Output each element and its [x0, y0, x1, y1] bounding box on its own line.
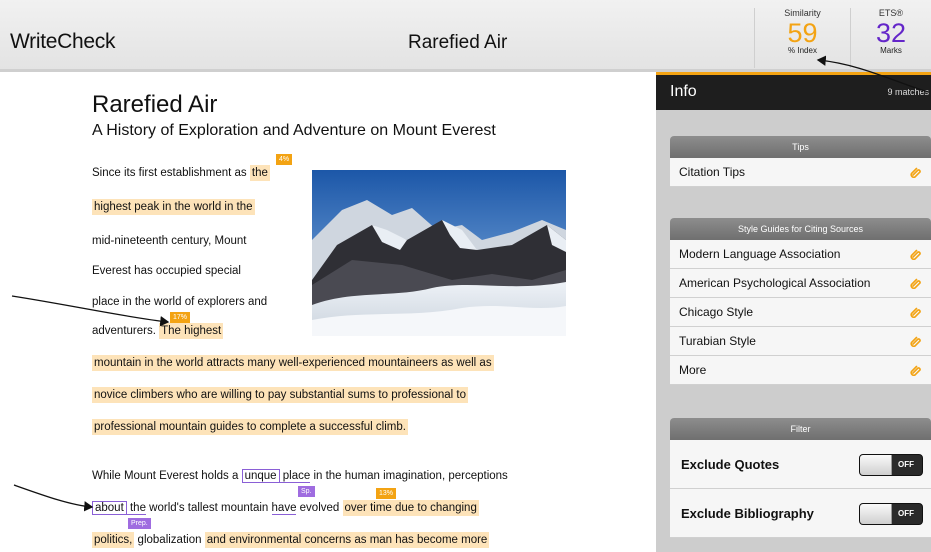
document-area: Rarefied Air A History of Exploration an…	[0, 75, 656, 552]
text-line: While Mount Everest holds a unque place …	[92, 468, 508, 484]
match-count[interactable]: 9 matches	[887, 87, 929, 97]
filter-exclude-quotes: Exclude Quotes OFF	[670, 440, 931, 489]
match-highlight[interactable]: The highest	[159, 323, 224, 339]
exclude-quotes-toggle[interactable]: OFF	[859, 454, 923, 476]
style-guide-label: American Psychological Association	[679, 276, 871, 290]
style-guide-label: Turabian Style	[679, 334, 756, 348]
top-bar: WriteCheck Rarefied Air Similarity 59 % …	[0, 0, 931, 72]
match-highlight[interactable]: politics,	[92, 532, 135, 548]
similarity-metric[interactable]: Similarity 59 % Index	[754, 8, 850, 68]
match-highlight[interactable]: professional mountain guides to complete…	[92, 419, 408, 435]
match-tag[interactable]: 4%	[276, 154, 293, 165]
text-line: mid-nineteenth century, Mount	[92, 235, 247, 247]
ets-sub: Marks	[880, 46, 902, 55]
style-guide-turabian[interactable]: Turabian Style	[670, 327, 931, 356]
toggle-state: OFF	[898, 460, 914, 469]
match-highlight[interactable]: the	[249, 165, 270, 181]
spelling-tag[interactable]: Sp.	[298, 486, 315, 497]
match-highlight[interactable]: mountain in the world attracts many well…	[92, 355, 494, 371]
similarity-sub: % Index	[788, 46, 817, 55]
info-panel: Info 9 matches Tips Citation Tips Style …	[656, 72, 931, 552]
grammar-underline[interactable]: have	[271, 502, 297, 515]
match-highlight[interactable]: over time due to changing	[342, 500, 479, 516]
toggle-state: OFF	[898, 509, 914, 518]
style-guides-section: Style Guides for Citing Sources Modern L…	[670, 218, 931, 385]
filter-label: Exclude Bibliography	[681, 506, 814, 521]
text-span: While Mount Everest holds a	[92, 470, 242, 482]
similarity-value: 59	[787, 18, 818, 48]
toggle-knob	[860, 455, 892, 475]
paperclip-icon	[910, 249, 921, 260]
filter-label: Exclude Quotes	[681, 457, 780, 472]
text-span: adventurers.	[92, 325, 160, 337]
filter-exclude-bibliography: Exclude Bibliography OFF	[670, 489, 931, 538]
ets-label: ETS®	[878, 8, 904, 18]
style-guide-mla[interactable]: Modern Language Association	[670, 240, 931, 269]
match-tag[interactable]: 17%	[170, 312, 191, 323]
document-subheading: A History of Exploration and Adventure o…	[92, 122, 496, 139]
ets-value: 32	[875, 18, 907, 48]
tips-item-citation[interactable]: Citation Tips	[670, 158, 931, 187]
text-span: Since its first establishment as	[92, 167, 250, 179]
preposition-tag[interactable]: Prep.	[128, 518, 151, 529]
paperclip-icon	[910, 278, 921, 289]
match-tag[interactable]: 13%	[376, 488, 397, 499]
text-line: Since its first establishment as the	[92, 165, 270, 181]
tips-section-title: Tips	[670, 136, 931, 158]
text-span: world's tallest mountain	[145, 502, 272, 514]
match-highlight[interactable]: highest peak in the world in the	[92, 199, 255, 215]
match-highlight[interactable]: and environmental concerns as man has be…	[204, 532, 490, 548]
text-span: evolved	[296, 502, 343, 514]
grammar-underline[interactable]: the	[126, 502, 146, 515]
info-panel-title: Info	[670, 83, 697, 100]
filter-section: Filter Exclude Quotes OFF Exclude Biblio…	[670, 418, 931, 538]
text-span: in the human imagination, perceptions	[310, 470, 508, 482]
paperclip-icon	[910, 167, 921, 178]
preposition-error[interactable]: about	[92, 501, 127, 515]
style-guide-label: Modern Language Association	[679, 247, 841, 261]
ets-metric[interactable]: ETS® 32 Marks	[850, 8, 931, 68]
app-brand[interactable]: WriteCheck	[10, 30, 115, 54]
text-line: adventurers. The highest	[92, 323, 224, 339]
style-guide-apa[interactable]: American Psychological Association	[670, 269, 931, 298]
paperclip-icon	[910, 336, 921, 347]
tips-item-label: Citation Tips	[679, 165, 746, 179]
grammar-underline[interactable]: place	[279, 470, 311, 483]
info-panel-header: Info 9 matches	[656, 72, 931, 110]
paperclip-icon	[910, 365, 921, 376]
text-line: place in the world of explorers and	[92, 296, 268, 308]
mountain-photo	[312, 170, 566, 336]
style-guide-chicago[interactable]: Chicago Style	[670, 298, 931, 327]
text-line: highest peak in the world in the	[92, 199, 255, 215]
text-line: mountain in the world attracts many well…	[92, 355, 494, 371]
text-line: politics, globalization and environmenta…	[92, 532, 490, 548]
paperclip-icon	[910, 307, 921, 318]
toggle-knob	[860, 504, 892, 524]
filter-section-title: Filter	[670, 418, 931, 440]
text-span: globalization	[134, 534, 205, 546]
text-line: professional mountain guides to complete…	[92, 419, 408, 435]
text-line: Everest has occupied special	[92, 265, 241, 277]
style-guide-label: Chicago Style	[679, 305, 754, 319]
similarity-label: Similarity	[784, 8, 821, 18]
document-heading: Rarefied Air	[92, 91, 218, 118]
text-line: novice climbers who are willing to pay s…	[92, 387, 469, 403]
tips-section: Tips Citation Tips	[670, 136, 931, 187]
document-title-header: Rarefied Air	[408, 32, 508, 53]
text-line: about the world's tallest mountain have …	[92, 500, 479, 516]
match-highlight[interactable]: novice climbers who are willing to pay s…	[92, 387, 469, 403]
spelling-error[interactable]: unque	[241, 469, 280, 483]
style-guide-more[interactable]: More	[670, 356, 931, 385]
style-guide-label: More	[679, 363, 707, 377]
exclude-bibliography-toggle[interactable]: OFF	[859, 503, 923, 525]
style-guides-section-title: Style Guides for Citing Sources	[670, 218, 931, 240]
